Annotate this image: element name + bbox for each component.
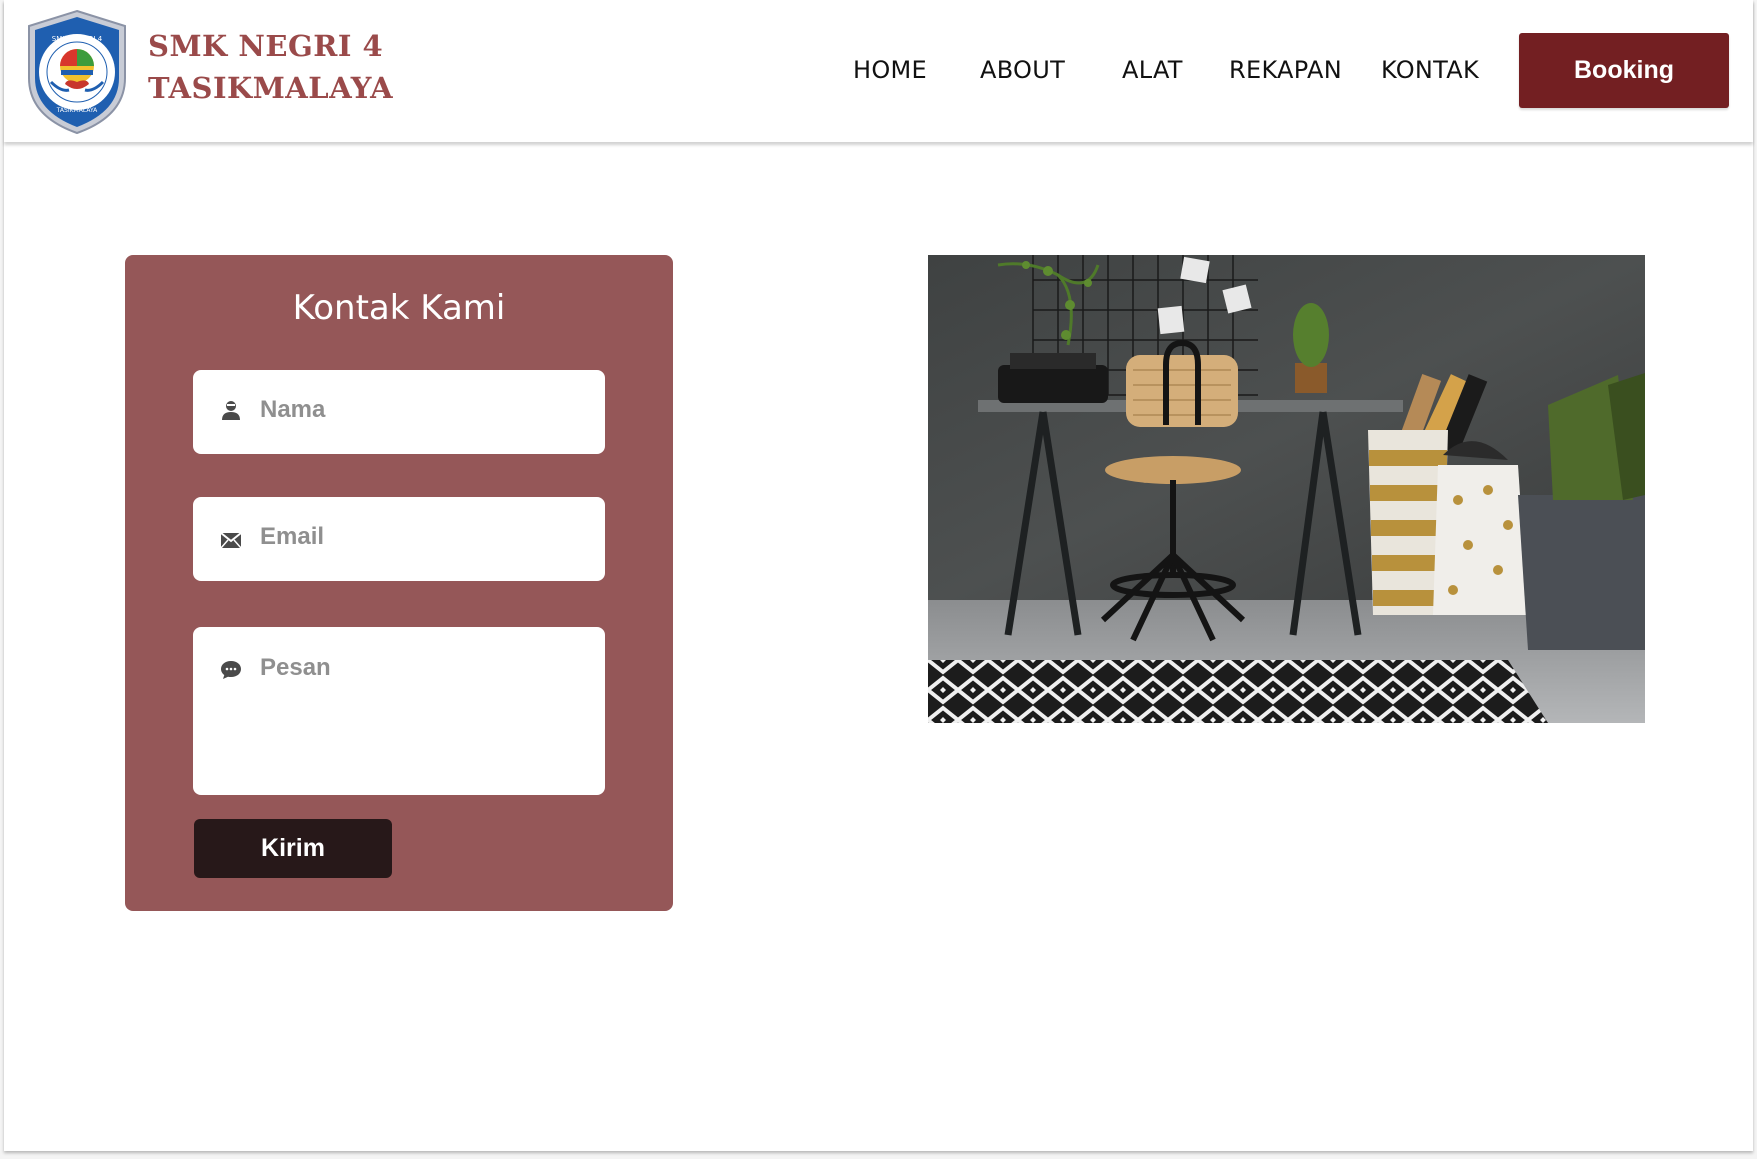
nav-home[interactable]: HOME <box>853 56 927 84</box>
logo-text-bottom: TASIKMALAYA <box>56 107 98 114</box>
envelope-icon <box>220 532 242 549</box>
logo-text-top: SMK NEGERI 4 <box>52 35 103 43</box>
name-field[interactable]: Nama <box>193 370 605 454</box>
page: SMK NEGERI 4 TASIKMALAYA SMK NEGRI 4 TAS… <box>4 0 1753 1151</box>
contact-form-title: Kontak Kami <box>292 288 506 328</box>
submit-button[interactable]: Kirim <box>194 819 392 878</box>
booking-button[interactable]: Booking <box>1519 33 1729 108</box>
nav-rekapan[interactable]: REKAPAN <box>1229 56 1342 84</box>
nav-about[interactable]: ABOUT <box>980 56 1065 84</box>
user-icon <box>222 401 240 420</box>
email-field[interactable]: Email <box>193 497 605 581</box>
nav-kontak[interactable]: KONTAK <box>1381 56 1479 84</box>
chat-bubble-icon <box>221 661 241 679</box>
message-placeholder: Pesan <box>260 654 331 681</box>
name-placeholder: Nama <box>260 396 326 423</box>
email-placeholder: Email <box>260 523 325 550</box>
nav-alat[interactable]: ALAT <box>1122 56 1183 84</box>
workspace-photo <box>928 255 1645 723</box>
contact-form-card: Kontak Kami Nama Email Pesan Kirim <box>125 255 673 911</box>
message-field[interactable]: Pesan <box>193 627 605 795</box>
main-nav: HOME ABOUT ALAT REKAPAN KONTAK <box>4 56 1753 92</box>
site-header: SMK NEGERI 4 TASIKMALAYA SMK NEGRI 4 TAS… <box>4 0 1753 142</box>
